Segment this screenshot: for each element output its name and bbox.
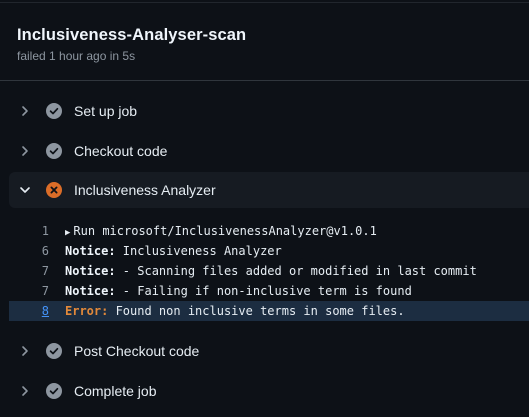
log-line: 7 Notice: - Failing if non-inclusive ter…	[9, 281, 529, 301]
chevron-down-icon	[17, 182, 33, 198]
step-label: Complete job	[74, 383, 157, 399]
log-keyword: Notice:	[65, 264, 116, 278]
step-checkout-code[interactable]: Checkout code	[9, 133, 529, 169]
log-text: - Scanning files added or modified in la…	[115, 264, 477, 278]
log-line-error: 8 Error: Found non inclusive terms in so…	[9, 301, 529, 321]
job-title: Inclusiveness-Analyser-scan	[17, 26, 247, 44]
header-divider	[0, 80, 529, 81]
step-label: Set up job	[74, 103, 138, 119]
log-text: - Failing if non-inclusive term is found	[115, 284, 412, 298]
check-circle-icon	[46, 383, 62, 399]
check-circle-icon	[46, 103, 62, 119]
step-inclusiveness-analyzer[interactable]: Inclusiveness Analyzer	[9, 172, 529, 208]
log-error-keyword: Error:	[65, 304, 109, 318]
step-label: Inclusiveness Analyzer	[74, 182, 216, 198]
check-circle-icon	[46, 143, 62, 159]
line-number[interactable]: 6	[9, 244, 57, 258]
expand-group-icon[interactable]: ▶	[65, 228, 70, 238]
log-keyword: Notice:	[65, 284, 116, 298]
chevron-right-icon	[17, 343, 33, 359]
line-number[interactable]: 7	[9, 264, 57, 278]
step-set-up-job[interactable]: Set up job	[9, 93, 529, 129]
log-text: Run microsoft/InclusivenessAnalyzer@v1.0…	[73, 224, 377, 238]
step-label: Checkout code	[74, 143, 168, 159]
step-post-checkout-code[interactable]: Post Checkout code	[9, 333, 529, 369]
log-text: Found non inclusive terms in some files.	[108, 304, 405, 318]
line-number-link[interactable]: 8	[9, 304, 57, 318]
job-header: Inclusiveness-Analyser-scan failed 1 hou…	[17, 25, 246, 64]
step-log: 1 ▶ Run microsoft/InclusivenessAnalyzer@v…	[9, 221, 529, 321]
chevron-right-icon	[17, 383, 33, 399]
line-number[interactable]: 1	[9, 224, 57, 238]
log-line: 1 ▶ Run microsoft/InclusivenessAnalyzer@v…	[9, 221, 529, 241]
log-text: Inclusiveness Analyzer	[115, 244, 282, 258]
step-label: Post Checkout code	[74, 343, 200, 359]
line-number[interactable]: 7	[9, 284, 57, 298]
log-line: 6 Notice: Inclusiveness Analyzer	[9, 241, 529, 261]
job-status-subtitle: failed 1 hour ago in 5s	[17, 49, 136, 63]
chevron-right-icon	[17, 143, 33, 159]
x-circle-icon	[46, 182, 62, 198]
check-circle-icon	[46, 343, 62, 359]
top-border	[0, 2, 529, 3]
log-line: 7 Notice: - Scanning files added or modi…	[9, 261, 529, 281]
step-complete-job[interactable]: Complete job	[9, 373, 529, 409]
chevron-right-icon	[17, 103, 33, 119]
log-keyword: Notice:	[65, 244, 116, 258]
